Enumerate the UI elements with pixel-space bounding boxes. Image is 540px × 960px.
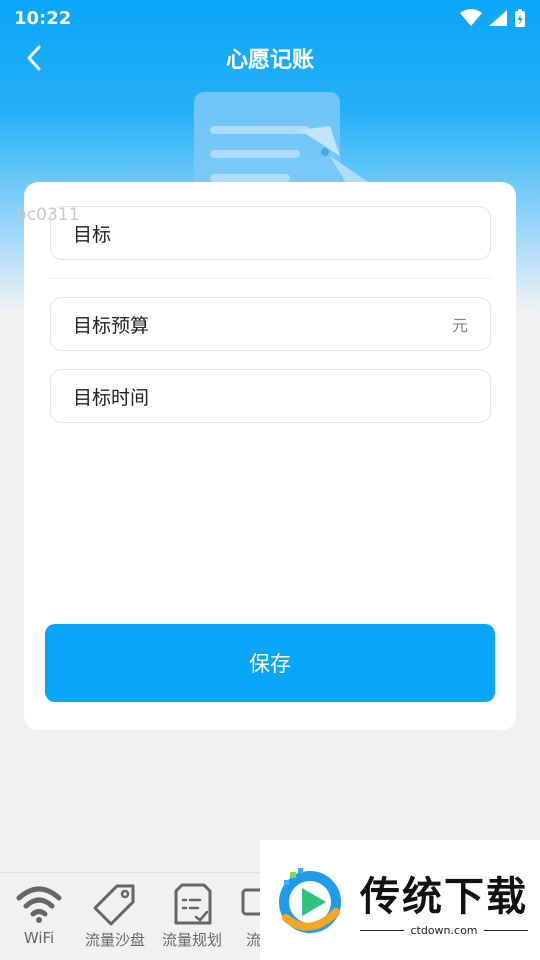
budget-input[interactable]: 目标预算 元 (50, 297, 491, 351)
divider (50, 278, 491, 279)
time-placeholder: 目标时间 (73, 386, 150, 409)
site-watermark-ad: 传统下载 ctdown.com (260, 840, 540, 960)
nav-item-wifi[interactable]: WiFi (0, 881, 78, 957)
wish-form-card: 目标 目标预算 元 目标时间 保存 (24, 182, 516, 730)
save-button[interactable]: 保存 (45, 624, 495, 702)
nav-item-traffic-plan[interactable]: 流量规划 (153, 881, 231, 957)
status-time: 10:22 (14, 7, 72, 29)
chevron-left-icon (27, 45, 41, 71)
ad-domain: ctdown.com (410, 923, 478, 937)
nav-label-traffic-plan: 流量规划 (161, 931, 222, 949)
wifi-icon (460, 9, 482, 26)
wifi-icon (16, 886, 62, 923)
currency-unit: 元 (451, 316, 468, 335)
battery-charging-icon (515, 9, 525, 27)
notebook-pen-illustration (194, 92, 380, 190)
budget-placeholder: 目标预算 (73, 314, 150, 337)
nav-label-traffic-sandbox: 流量沙盘 (84, 931, 145, 949)
status-icons (460, 8, 526, 28)
status-bar: 10:22 (0, 0, 540, 36)
nav-item-traffic-sandbox[interactable]: 流量沙盘 (76, 881, 154, 957)
tag-icon (93, 884, 135, 926)
page-title: 心愿记账 (225, 48, 314, 73)
ad-title: 传统下载 (360, 873, 528, 920)
time-input[interactable]: 目标时间 (50, 369, 491, 423)
cellular-signal-icon (489, 10, 507, 26)
ctdown-logo-icon (279, 868, 341, 933)
title-bar: 心愿记账 (0, 36, 540, 80)
back-button[interactable] (18, 42, 50, 74)
goal-input[interactable]: 目标 (50, 206, 491, 260)
nav-label-wifi: WiFi (23, 929, 55, 947)
watermark-text: bc0311 (16, 205, 80, 225)
checklist-icon (174, 883, 212, 925)
